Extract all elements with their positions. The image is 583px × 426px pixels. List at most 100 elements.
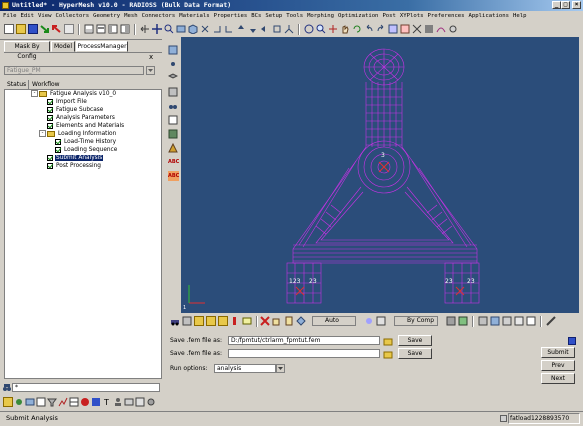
text-icon[interactable]: T [102, 397, 112, 407]
car-icon[interactable] [170, 316, 180, 326]
menu-connectors[interactable]: Connectors [142, 13, 176, 19]
collapse-icon[interactable]: - [31, 90, 38, 97]
panel-icon[interactable] [84, 24, 94, 34]
image-icon[interactable] [25, 397, 35, 407]
tab-mask-by-config[interactable]: Mask By Config [4, 41, 50, 60]
display-icon[interactable] [168, 129, 178, 139]
new-file-icon[interactable] [4, 24, 14, 34]
view-top-icon[interactable] [176, 24, 186, 34]
tree-item-import-file[interactable]: Import File [47, 98, 88, 106]
close-button[interactable]: × [572, 1, 581, 9]
save-fem-input[interactable]: D:/fpmtut/ctrlarm_fpmtut.fem [228, 336, 380, 345]
collapse-icon[interactable]: - [39, 130, 46, 137]
measure-icon[interactable] [168, 87, 178, 97]
options-icon-2[interactable] [135, 397, 145, 407]
render-icon-2[interactable] [458, 316, 468, 326]
tool-icon[interactable] [14, 397, 24, 407]
style-icon-5[interactable] [526, 316, 536, 326]
disk-icon[interactable] [91, 397, 101, 407]
redo-icon[interactable] [376, 24, 386, 34]
tools-icon[interactable] [546, 316, 556, 326]
panel-disk-icon[interactable] [568, 337, 576, 345]
next-button[interactable]: Next [541, 373, 575, 384]
command-input[interactable]: * [12, 383, 160, 392]
export-icon[interactable] [52, 24, 62, 34]
menu-file[interactable]: File [3, 13, 16, 19]
elements-icon[interactable] [168, 45, 178, 55]
menu-edit[interactable]: Edit [20, 13, 33, 19]
view-right-icon[interactable] [224, 24, 234, 34]
view-front-icon[interactable] [200, 24, 210, 34]
components-icon[interactable] [167, 73, 179, 83]
save-fem-as-button[interactable]: Save [398, 348, 432, 359]
info-icon[interactable] [230, 316, 240, 326]
fit-icon[interactable] [328, 24, 338, 34]
import-icon[interactable] [40, 24, 50, 34]
menu-post[interactable]: Post [382, 13, 395, 19]
prev-button[interactable]: Prev [541, 360, 575, 371]
graph-icon[interactable] [58, 397, 68, 407]
column-status[interactable]: Status [7, 80, 26, 89]
shape-icon[interactable] [168, 142, 178, 153]
save-fem-button[interactable]: Save [398, 335, 432, 346]
nodes-icon[interactable] [168, 59, 178, 69]
transparency-icon[interactable] [364, 316, 374, 326]
folder-icon-2[interactable] [206, 316, 216, 326]
menu-xyplots[interactable]: XYPlots [400, 13, 424, 19]
close-panel-icon[interactable]: x [149, 53, 153, 61]
menu-help[interactable]: Help [513, 13, 526, 19]
tree-item-post-processing[interactable]: Post Processing [47, 162, 102, 170]
menu-optimization[interactable]: Optimization [338, 13, 378, 19]
filter-icon[interactable] [47, 397, 57, 407]
zoom-icon[interactable] [164, 24, 174, 34]
magnify-icon[interactable] [316, 24, 326, 34]
maximize-button[interactable]: □ [561, 1, 570, 9]
tab-model[interactable]: Model [51, 41, 75, 52]
render-icon[interactable] [446, 316, 456, 326]
view-axis-icon[interactable] [284, 24, 294, 34]
mask-icon[interactable] [388, 24, 398, 34]
view-bottom-icon[interactable] [248, 24, 258, 34]
view-left-icon[interactable] [260, 24, 270, 34]
tree-item-loading-sequence[interactable]: Loading Sequence [55, 146, 118, 154]
style-icon-4[interactable] [514, 316, 524, 326]
tree-item-fatigue-subcase[interactable]: Fatigue Subcase [47, 106, 104, 114]
delete-icon[interactable] [260, 316, 270, 326]
browse-folder-icon-2[interactable] [383, 349, 393, 359]
view-iso-icon[interactable] [188, 24, 198, 35]
abc-highlight-icon[interactable]: ABC [168, 171, 179, 181]
unmask-icon[interactable] [400, 24, 410, 34]
tab-area-icon[interactable] [108, 24, 118, 34]
auto-dropdown[interactable]: Auto [312, 316, 356, 326]
tree-item-analysis-parameters[interactable]: Analysis Parameters [47, 114, 116, 122]
pan-icon[interactable] [152, 24, 162, 34]
paste-icon[interactable] [284, 316, 294, 326]
refresh-icon[interactable] [352, 24, 362, 34]
component-icon[interactable] [182, 316, 192, 326]
command-icon[interactable] [96, 24, 106, 34]
menu-properties[interactable]: Properties [214, 13, 248, 19]
find-icon[interactable] [168, 101, 178, 111]
menu-materials[interactable]: Materials [179, 13, 209, 19]
tree-item-loading-information[interactable]: - Loading Information [39, 130, 117, 138]
image-icon-2[interactable] [124, 397, 134, 407]
color-icon[interactable] [376, 316, 386, 326]
column-workflow[interactable]: Workflow [28, 80, 60, 89]
view-back-icon[interactable] [236, 24, 246, 34]
binoculars-icon[interactable] [3, 383, 11, 392]
tree-item-load-time-history[interactable]: Load-Time History [55, 138, 117, 146]
save-fem-as-input[interactable] [228, 349, 380, 358]
print-icon[interactable] [64, 24, 74, 34]
rotate-icon[interactable] [140, 24, 150, 34]
abc-icon[interactable]: ABC [168, 157, 179, 167]
save-disk-icon[interactable] [28, 24, 38, 34]
run-options-select[interactable]: analysis [214, 364, 276, 373]
menu-mesh[interactable]: Mesh [124, 13, 137, 19]
list-icon[interactable] [36, 397, 46, 407]
wireframe-icon[interactable] [412, 24, 422, 34]
bycomp-dropdown[interactable]: By Comp [394, 316, 438, 326]
folder-icon[interactable] [194, 316, 204, 326]
user-icon[interactable] [113, 397, 123, 407]
browse-folder-icon[interactable] [383, 336, 393, 346]
settings-icon[interactable] [146, 397, 156, 407]
